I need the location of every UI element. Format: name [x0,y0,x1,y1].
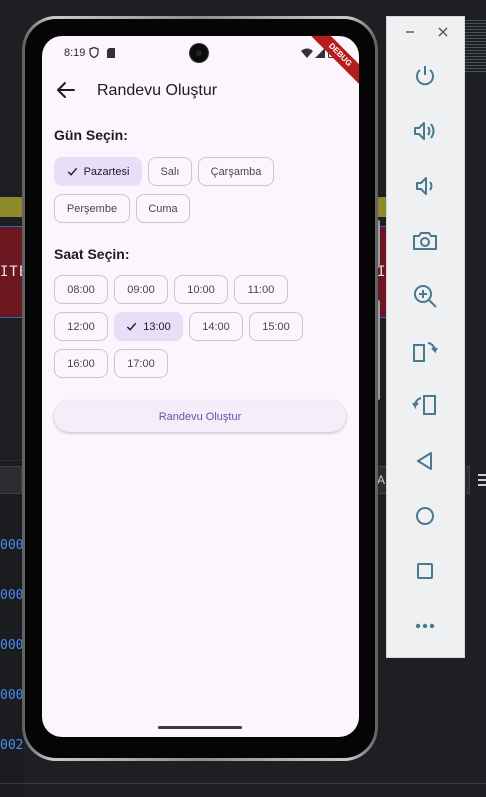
volume-up-icon [414,122,435,140]
home-button[interactable] [411,502,439,530]
phone-frame: 8:19 DEBUG Randevu Oluştur Gün Seçin: Pa… [22,16,378,761]
phone-screen: 8:19 DEBUG Randevu Oluştur Gün Seçin: Pa… [42,36,359,737]
app-bar: Randevu Oluştur [42,70,359,114]
background-code-line: 000 [0,688,24,703]
day-chip-sali[interactable]: Salı [148,157,192,186]
day-section-title: Gün Seçin: [54,127,128,143]
time-chip-label: 13:00 [143,320,171,333]
time-chip-label: 08:00 [67,283,95,296]
minimize-icon[interactable] [403,25,417,39]
rotate-left-icon [413,342,438,362]
screenshot-button[interactable] [411,227,439,255]
day-chip-persembe[interactable]: Perşembe [54,194,130,223]
time-chip-label: 17:00 [127,357,155,370]
check-icon [127,322,137,331]
volume-down-icon [416,177,433,195]
time-chip-label: 09:00 [127,283,155,296]
day-chip-carsamba[interactable]: Çarşamba [198,157,274,186]
background-code-line: 000 [0,638,24,653]
time-chip-label: 14:00 [202,320,230,333]
phone-bezel: 8:19 DEBUG Randevu Oluştur Gün Seçin: Pa… [25,19,375,758]
day-chip-label: Pazartesi [83,165,130,178]
front-camera [190,44,208,62]
back-triangle-icon [417,452,432,470]
overview-square-icon [417,563,433,579]
time-section-title: Saat Seçin: [54,246,130,262]
check-icon [67,167,77,176]
home-indicator[interactable] [158,726,242,729]
time-chip-label: 11:00 [247,283,275,296]
time-chip[interactable]: 14:00 [189,312,243,341]
time-chip[interactable]: 16:00 [54,349,108,378]
time-chip[interactable]: 11:00 [234,275,288,304]
wifi-icon [301,48,313,58]
time-chip-label: 16:00 [67,357,95,370]
zoom-button[interactable] [411,282,439,310]
day-chip-label: Perşembe [66,202,118,215]
more-icon [415,623,435,629]
day-chip-cuma[interactable]: Cuma [136,194,190,223]
zoom-icon [414,285,437,308]
volume-up-button[interactable] [411,117,439,145]
emulator-toolbar [386,16,465,658]
menu-lines-icon [478,474,486,486]
time-chip[interactable]: 10:00 [174,275,228,304]
page-title: Randevu Oluştur [97,82,218,99]
time-chip-label: 15:00 [262,320,290,333]
time-chip[interactable]: 15:00 [249,312,303,341]
rotate-right-button[interactable] [411,392,439,420]
background-code-minimap [464,18,486,74]
time-chip[interactable]: 17:00 [114,349,168,378]
arrow-back-icon[interactable] [54,78,78,102]
close-icon[interactable] [436,25,450,39]
day-chip-label: Salı [160,165,180,178]
power-button[interactable] [411,62,439,90]
background-code-line: 000 [0,538,24,553]
back-button[interactable] [411,447,439,475]
more-button[interactable] [411,612,439,640]
rotate-right-icon [412,395,436,415]
create-appointment-button[interactable]: Randevu Oluştur [54,401,346,432]
overview-button[interactable] [411,557,439,585]
time-chip-selected[interactable]: 13:00 [114,312,183,341]
power-icon [416,66,434,86]
sd-card-icon [107,48,115,58]
background-field [0,466,22,494]
time-chip[interactable]: 09:00 [114,275,168,304]
day-chip-label: Çarşamba [210,165,262,178]
camera-icon [413,232,437,250]
status-time: 8:19 [64,47,86,59]
status-bar: 8:19 DEBUG [42,36,359,92]
signal-icon [315,48,325,58]
rotate-left-button[interactable] [411,337,439,365]
day-chip-pazartesi[interactable]: Pazartesi [54,157,142,186]
background-code-line: 002 [0,738,24,753]
background-divider [0,783,486,784]
time-chip[interactable]: 08:00 [54,275,108,304]
day-chip-label: Cuma [148,202,178,215]
shield-icon [89,47,99,58]
time-chip-label: 10:00 [187,283,215,296]
time-chip[interactable]: 12:00 [54,312,108,341]
volume-down-button[interactable] [411,172,439,200]
background-code-line: 000 [0,588,24,603]
home-circle-icon [416,507,434,525]
time-chip-label: 12:00 [67,320,95,333]
